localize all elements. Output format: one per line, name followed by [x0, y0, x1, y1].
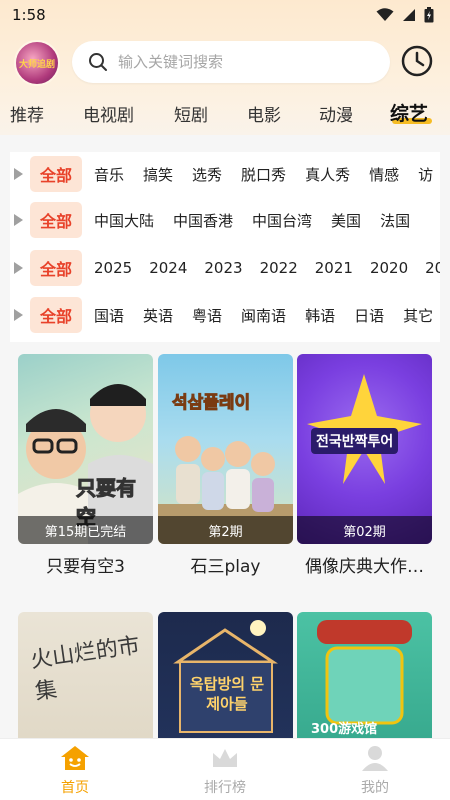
show-card[interactable]: 전국반짝투어 第02期 偶像庆典大作… [297, 354, 432, 577]
filter-chip[interactable]: 其它 [403, 305, 433, 326]
nav-ranking-label: 排行榜 [204, 780, 246, 796]
filter-chip[interactable]: 英语 [143, 305, 173, 326]
filter-options: 音乐 搞笑 选秀 脱口秀 真人秀 情感 访 [94, 164, 440, 185]
filter-options: 2025 2024 2023 2022 2021 2020 20 [94, 259, 440, 277]
filter-chip[interactable]: 中国台湾 [252, 210, 312, 231]
nav-home[interactable]: 首页 [35, 745, 115, 797]
filter-chip[interactable]: 选秀 [192, 164, 222, 185]
app-header: 大师追剧 [0, 38, 450, 86]
filter-chip[interactable]: 中国香港 [173, 210, 233, 231]
show-card[interactable]: 只要有空 第15期已完结 只要有空3 [18, 354, 153, 577]
filter-chip[interactable]: 2024 [149, 259, 187, 277]
expand-arrow-icon[interactable] [14, 168, 23, 180]
filter-chip[interactable]: 脱口秀 [241, 164, 286, 185]
expand-arrow-icon[interactable] [14, 309, 23, 321]
episode-badge: 第02期 [297, 516, 432, 544]
filter-row-genre: 全部 音乐 搞笑 选秀 脱口秀 真人秀 情感 访 [10, 154, 440, 194]
tab-recommend[interactable]: 推荐 [10, 101, 44, 126]
tab-variety[interactable]: 综艺 [390, 99, 428, 126]
filter-panel: 全部 音乐 搞笑 选秀 脱口秀 真人秀 情感 访 全部 中国大陆 中国香港 中国… [10, 152, 440, 342]
filter-chip[interactable]: 闽南语 [241, 305, 286, 326]
search-icon [89, 53, 107, 71]
poster-title-text: 옥탑방의 문제아들 [189, 675, 265, 713]
filter-chip[interactable]: 2025 [94, 259, 132, 277]
wifi-icon [376, 8, 394, 21]
tab-movies[interactable]: 电影 [247, 101, 281, 126]
battery-icon [424, 7, 434, 23]
search-input[interactable] [118, 53, 378, 71]
history-clock-icon[interactable] [400, 44, 434, 78]
tab-short-drama[interactable]: 短剧 [174, 101, 208, 126]
filter-row-region: 全部 中国大陆 中国香港 中国台湾 美国 法国 [10, 200, 440, 240]
filter-chip[interactable]: 情感 [369, 164, 399, 185]
status-icons [376, 7, 434, 23]
filter-chip[interactable]: 搞笑 [143, 164, 173, 185]
show-title: 只要有空3 [46, 557, 125, 577]
filter-all-chip[interactable]: 全部 [30, 202, 82, 238]
show-poster[interactable]: 只要有空 第15期已完结 [18, 354, 153, 544]
poster-title-text: 300游戏馆 [311, 722, 378, 737]
logo-text: 大师追剧 [18, 59, 55, 70]
expand-arrow-icon[interactable] [14, 262, 23, 274]
filter-chip[interactable]: 粤语 [192, 305, 222, 326]
episode-badge: 第15期已完结 [18, 516, 153, 544]
show-poster[interactable]: 석삼플레이 第2期 [158, 354, 293, 544]
filter-chip[interactable]: 美国 [331, 210, 361, 231]
filter-options: 中国大陆 中国香港 中国台湾 美国 法国 [94, 210, 429, 231]
filter-all-chip[interactable]: 全部 [30, 250, 82, 286]
filter-chip[interactable]: 中国大陆 [94, 210, 154, 231]
status-time: 1:58 [12, 6, 46, 24]
show-poster[interactable]: 전국반짝투어 第02期 [297, 354, 432, 544]
filter-chip[interactable]: 国语 [94, 305, 124, 326]
filter-all-chip[interactable]: 全部 [30, 156, 82, 192]
category-tabs: 推荐 电视剧 短剧 电影 动漫 综艺 [0, 96, 450, 132]
filter-chip[interactable]: 真人秀 [305, 164, 350, 185]
filter-options: 国语 英语 粤语 闽南语 韩语 日语 其它 [94, 305, 440, 326]
show-title: 石三play [190, 557, 261, 577]
filter-chip[interactable]: 2022 [260, 259, 298, 277]
home-icon [61, 746, 89, 770]
filter-row-year: 全部 2025 2024 2023 2022 2021 2020 20 [10, 248, 440, 288]
nav-profile[interactable]: 我的 [335, 745, 415, 797]
filter-chip[interactable]: 日语 [354, 305, 384, 326]
poster-title-text: 석삼플레이 [171, 393, 251, 414]
filter-chip[interactable]: 2023 [204, 259, 242, 277]
expand-arrow-icon[interactable] [14, 214, 23, 226]
user-icon [362, 746, 388, 771]
signal-icon [403, 9, 415, 21]
nav-home-label: 首页 [61, 780, 89, 796]
nav-profile-label: 我的 [361, 780, 389, 796]
filter-all-chip[interactable]: 全部 [30, 297, 82, 333]
show-card[interactable]: 석삼플레이 第2期 石三play [158, 354, 293, 577]
episode-badge: 第2期 [158, 516, 293, 544]
filter-chip[interactable]: 2021 [315, 259, 353, 277]
filter-chip[interactable]: 20 [425, 259, 440, 277]
search-bar[interactable] [72, 41, 390, 83]
app-logo[interactable]: 大师追剧 [14, 40, 60, 86]
filter-chip[interactable]: 法国 [380, 210, 410, 231]
filter-chip[interactable]: 2020 [370, 259, 408, 277]
nav-ranking[interactable]: 排行榜 [185, 745, 265, 797]
tab-anime[interactable]: 动漫 [319, 101, 353, 126]
bottom-navigation: 首页 排行榜 我的 [0, 738, 450, 800]
poster-title-text: 火山烂的市集 [28, 633, 142, 706]
status-bar: 1:58 [0, 0, 450, 30]
poster-title-text: 전국반짝투어 [311, 428, 399, 454]
filter-chip[interactable]: 音乐 [94, 164, 124, 185]
show-title: 偶像庆典大作… [305, 557, 424, 577]
filter-row-language: 全部 国语 英语 粤语 闽南语 韩语 日语 其它 [10, 295, 440, 335]
crown-icon [213, 749, 237, 767]
tab-tv-series[interactable]: 电视剧 [83, 101, 134, 126]
filter-chip[interactable]: 访 [418, 164, 433, 185]
filter-chip[interactable]: 韩语 [305, 305, 335, 326]
